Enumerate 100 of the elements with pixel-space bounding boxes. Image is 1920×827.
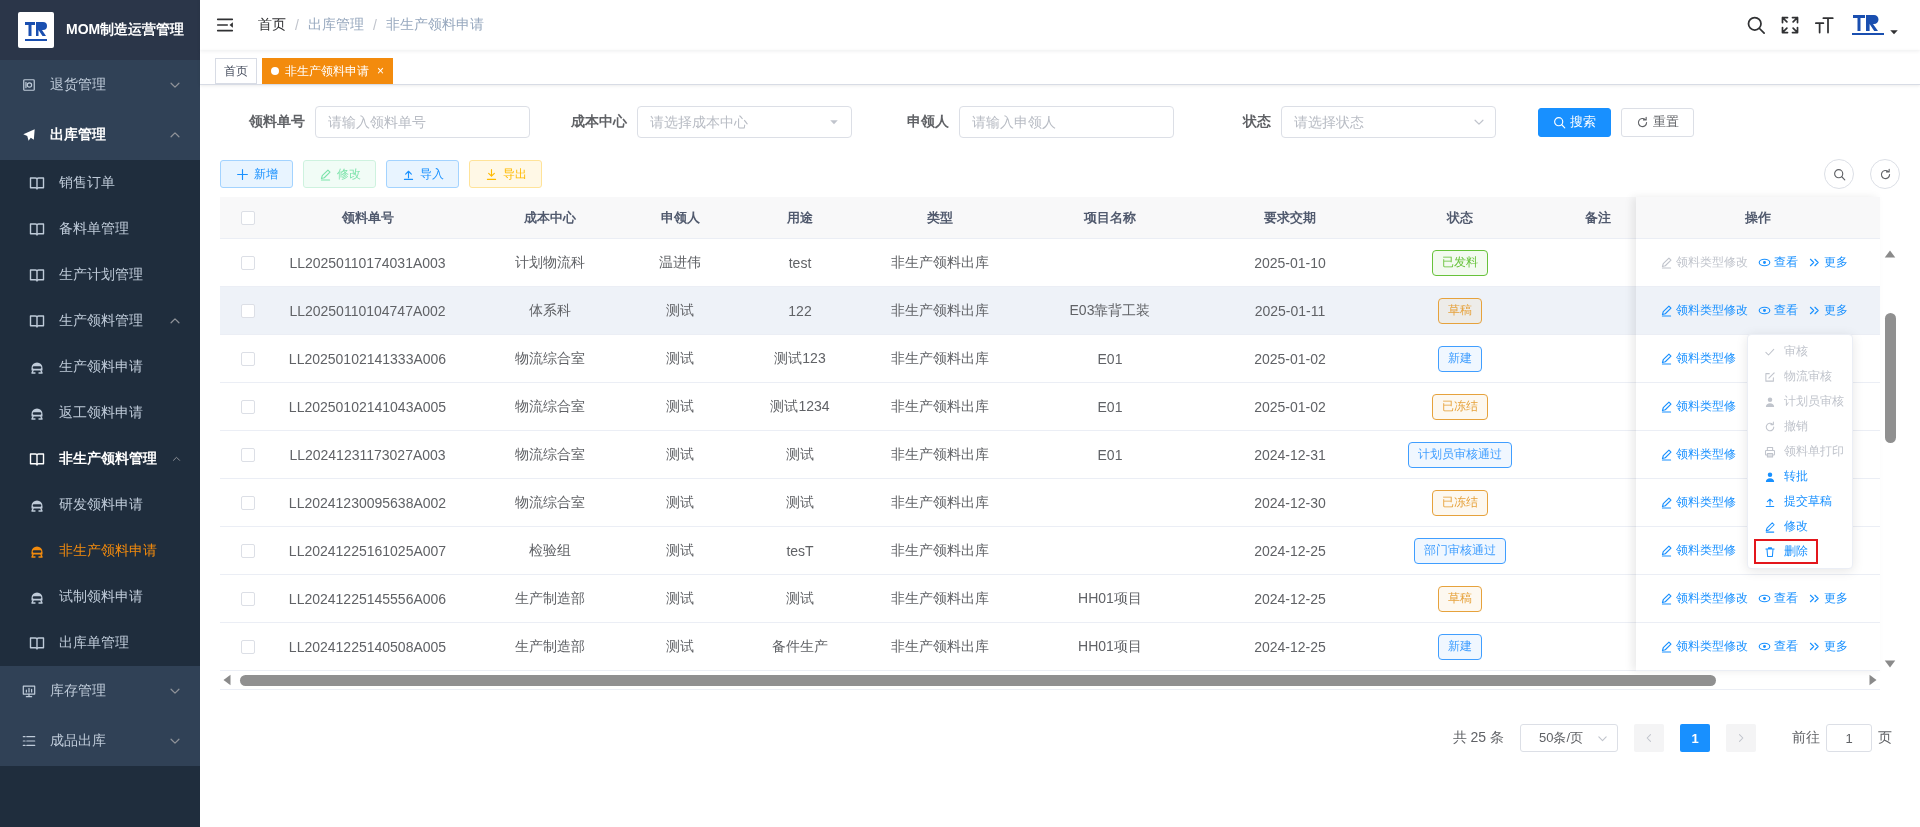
edit-link[interactable]: 领料类型修改 bbox=[1660, 638, 1748, 655]
pencil-icon bbox=[1660, 256, 1673, 269]
edit-link[interactable]: 领料类型修 bbox=[1660, 542, 1736, 559]
page-tab[interactable]: 非生产领料申请 × bbox=[262, 58, 393, 84]
edit-link[interactable]: 领料类型修 bbox=[1660, 494, 1736, 511]
toolbar-button[interactable]: 新增 bbox=[220, 160, 293, 188]
row-checkbox[interactable] bbox=[240, 303, 255, 318]
table-row[interactable]: LL20241225140508A005 生产制造部 测试 备件生产 非生产领料出库 HH01项目 2024-12-25 新建 bbox=[220, 623, 1636, 671]
menu-item[interactable]: 生产领料申请 bbox=[0, 344, 200, 390]
row-checkbox[interactable] bbox=[240, 399, 255, 414]
pencil-icon bbox=[1660, 544, 1673, 557]
dropdown-item[interactable]: 删除 bbox=[1754, 539, 1818, 564]
menu-item[interactable]: 销售订单 bbox=[0, 160, 200, 206]
edit-link[interactable]: 领料类型修 bbox=[1660, 350, 1736, 367]
table-row[interactable]: LL20250102141333A006 物流综合室 测试 测试123 非生产领料出库 E01 2025-01-02 新建 bbox=[220, 335, 1636, 383]
order-number-cell: LL20241225161025A007 bbox=[288, 542, 447, 559]
reset-button[interactable]: 重置 bbox=[1621, 107, 1694, 137]
menu-item[interactable]: 返工领料申请 bbox=[0, 390, 200, 436]
table-row[interactable]: LL20241230095638A002 物流综合室 测试 测试 非生产领料出库 2024-12-30 已冻结 bbox=[220, 479, 1636, 527]
dropdown-item[interactable]: 修改 bbox=[1754, 514, 1818, 539]
menu-icon[interactable] bbox=[216, 16, 234, 34]
font-size-icon[interactable] bbox=[1814, 15, 1834, 35]
menu-item[interactable]: 出库单管理 bbox=[0, 620, 200, 666]
edit-link[interactable]: 领料类型修改 bbox=[1660, 302, 1748, 319]
fullscreen-icon[interactable] bbox=[1780, 15, 1800, 35]
page-button[interactable]: 1 bbox=[1680, 724, 1710, 752]
status-tag: 已冻结 bbox=[1432, 393, 1488, 420]
due-date-cell: 2025-01-02 bbox=[1254, 350, 1326, 367]
breadcrumb-link[interactable]: 出库管理 bbox=[307, 16, 364, 34]
dropdown-item[interactable]: 提交草稿 bbox=[1754, 489, 1842, 514]
row-checkbox[interactable] bbox=[240, 591, 255, 606]
scrollbar-thumb[interactable] bbox=[240, 674, 1716, 686]
input-field[interactable]: 请输入领料单号 bbox=[315, 106, 530, 138]
row-checkbox[interactable] bbox=[240, 639, 255, 654]
page-size-select[interactable]: 50条/页 bbox=[1520, 724, 1618, 752]
table-row[interactable]: LL20250102141043A005 物流综合室 测试 测试1234 非生产领料出库 E01 2025-01-02 已冻结 bbox=[220, 383, 1636, 431]
breadcrumb-link[interactable]: 首页 bbox=[258, 16, 286, 34]
cost-center-cell: 物流综合室 bbox=[515, 397, 585, 416]
menu-item[interactable]: 库存管理 bbox=[0, 666, 200, 716]
table-row[interactable]: LL20241231173027A003 物流综合室 测试 测试 非生产领料出库 E01 2024-12-31 计划员审核通过 bbox=[220, 431, 1636, 479]
select-field[interactable]: 请选择成本中心 bbox=[637, 106, 852, 138]
view-link[interactable]: 查看 bbox=[1758, 302, 1798, 319]
page-tab[interactable]: 首页 bbox=[215, 58, 257, 84]
row-checkbox[interactable] bbox=[240, 447, 255, 462]
table-row[interactable]: LL20250110104747A002 体系科 测试 122 非生产领料出库 E03靠背工装 2025-01-11 草稿 bbox=[220, 287, 1636, 335]
menu-item[interactable]: 研发领料申请 bbox=[0, 482, 200, 528]
toolbar-button[interactable]: 导入 bbox=[386, 160, 459, 188]
menu-item[interactable]: 非生产领料申请 bbox=[0, 528, 200, 574]
menu-item[interactable]: 试制领料申请 bbox=[0, 574, 200, 620]
list-icon bbox=[22, 734, 36, 748]
status-tag: 部门审核通过 bbox=[1414, 537, 1506, 564]
input-field[interactable]: 请输入申领人 bbox=[959, 106, 1174, 138]
select-field[interactable]: 请选择状态 bbox=[1281, 106, 1496, 138]
app-title: MOM制造运营管理 bbox=[66, 21, 185, 39]
order-number-cell: LL20250110104747A002 bbox=[289, 302, 446, 319]
column-header: 领料单号 bbox=[341, 208, 394, 227]
search-button[interactable] bbox=[1824, 159, 1854, 189]
page-input[interactable]: 1 bbox=[1826, 724, 1872, 752]
view-link[interactable]: 查看 bbox=[1758, 254, 1798, 271]
row-checkbox[interactable] bbox=[240, 351, 255, 366]
menu-item[interactable]: 生产计划管理 bbox=[0, 252, 200, 298]
more-link[interactable]: 更多 bbox=[1808, 590, 1848, 607]
status-tag: 计划员审核通过 bbox=[1408, 441, 1512, 468]
menu-item[interactable]: 备料单管理 bbox=[0, 206, 200, 252]
menu-item[interactable]: 出库管理 bbox=[0, 110, 200, 160]
dropdown-item[interactable]: 转批 bbox=[1754, 464, 1818, 489]
search-button[interactable]: 搜索 bbox=[1538, 107, 1611, 137]
more-link[interactable]: 更多 bbox=[1808, 638, 1848, 655]
more-link[interactable]: 更多 bbox=[1808, 254, 1848, 271]
breadcrumb-link[interactable]: 非生产领料申请 bbox=[385, 16, 484, 34]
type-cell: 非生产领料出库 bbox=[891, 541, 989, 560]
status-tag: 新建 bbox=[1438, 345, 1482, 372]
edit-link[interactable]: 领料类型修 bbox=[1660, 398, 1736, 415]
scrollbar-thumb[interactable] bbox=[1884, 313, 1896, 443]
pencil-icon bbox=[1660, 496, 1673, 509]
menu-item[interactable]: 成品出库 bbox=[0, 716, 200, 766]
row-checkbox[interactable] bbox=[240, 255, 255, 270]
order-number-cell: LL20241225140508A005 bbox=[288, 638, 447, 655]
close-tab-button[interactable]: × bbox=[377, 64, 384, 78]
view-link[interactable]: 查看 bbox=[1758, 638, 1798, 655]
row-checkbox[interactable] bbox=[240, 543, 255, 558]
select-all-checkbox[interactable] bbox=[240, 210, 255, 225]
view-link[interactable]: 查看 bbox=[1758, 590, 1798, 607]
search-icon[interactable] bbox=[1746, 15, 1766, 35]
refresh-icon bbox=[1764, 420, 1776, 433]
more-link[interactable]: 更多 bbox=[1808, 302, 1848, 319]
applicant-cell: 测试 bbox=[666, 397, 694, 416]
row-checkbox[interactable] bbox=[240, 495, 255, 510]
refresh-icon bbox=[1636, 115, 1649, 129]
table-row[interactable]: LL20241225145556A006 生产制造部 测试 测试 非生产领料出库 HH01项目 2024-12-25 草稿 bbox=[220, 575, 1636, 623]
edit-link[interactable]: 领料类型修改 bbox=[1660, 590, 1748, 607]
applicant-cell: 测试 bbox=[666, 493, 694, 512]
menu-item[interactable]: 非生产领料管理 bbox=[0, 436, 200, 482]
menu-item[interactable]: 退货管理 bbox=[0, 60, 200, 110]
edit-link[interactable]: 领料类型修 bbox=[1660, 446, 1736, 463]
refresh-button[interactable] bbox=[1870, 159, 1900, 189]
cost-center-cell: 物流综合室 bbox=[515, 445, 585, 464]
table-row[interactable]: LL20241225161025A007 检验组 测试 tesT 非生产领料出库 2024-12-25 部门审核通过 bbox=[220, 527, 1636, 575]
applicant-cell: 测试 bbox=[666, 301, 694, 320]
menu-item[interactable]: 生产领料管理 bbox=[0, 298, 200, 344]
